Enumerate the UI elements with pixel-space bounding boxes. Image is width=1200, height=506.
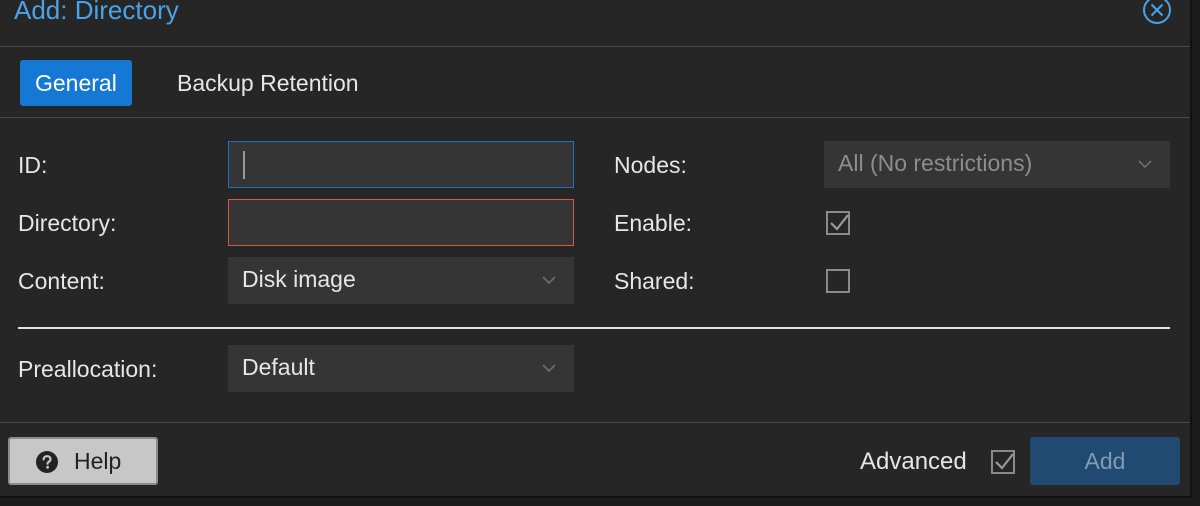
- add-button[interactable]: Add: [1030, 437, 1180, 485]
- nodes-select[interactable]: All (No restrictions): [824, 141, 1170, 188]
- chevron-down-icon: [542, 276, 556, 285]
- dialog-titlebar: Add: Directory: [0, 0, 1190, 47]
- content-select[interactable]: Disk image: [228, 257, 574, 304]
- advanced-divider: [18, 327, 1170, 329]
- tab-general[interactable]: General: [20, 60, 132, 106]
- directory-input[interactable]: [228, 199, 574, 246]
- id-label: ID:: [18, 152, 48, 178]
- directory-label: Directory:: [18, 210, 117, 236]
- close-icon: [1143, 0, 1171, 24]
- nodes-value: All (No restrictions): [838, 150, 1033, 176]
- question-circle-icon: [36, 451, 58, 473]
- add-directory-dialog: Add: Directory General Backup Retention …: [0, 0, 1192, 498]
- id-input[interactable]: [228, 141, 574, 188]
- preallocation-select[interactable]: Default: [228, 345, 574, 392]
- chevron-down-icon: [542, 364, 556, 373]
- content-value: Disk image: [242, 266, 356, 292]
- close-button[interactable]: [1142, 0, 1172, 25]
- tab-backup-retention[interactable]: Backup Retention: [162, 60, 374, 106]
- text-caret: [243, 151, 245, 179]
- dialog-title: Add: Directory: [14, 0, 179, 25]
- advanced-checkbox[interactable]: [991, 450, 1015, 474]
- advanced-label: Advanced: [860, 448, 967, 475]
- tab-bar: General Backup Retention: [0, 47, 1190, 118]
- preallocation-value: Default: [242, 354, 315, 380]
- help-button-label: Help: [74, 448, 122, 474]
- nodes-label: Nodes:: [614, 152, 687, 178]
- checkmark-icon: [830, 214, 849, 231]
- chevron-down-icon: [1138, 160, 1152, 169]
- preallocation-label: Preallocation:: [18, 356, 158, 382]
- content-label: Content:: [18, 268, 105, 294]
- shared-checkbox[interactable]: [826, 269, 850, 293]
- help-button[interactable]: Help: [8, 437, 158, 485]
- dialog-footer: Help Advanced Add: [0, 422, 1190, 499]
- enable-checkbox[interactable]: [826, 211, 850, 235]
- enable-label: Enable:: [614, 210, 693, 236]
- shared-label: Shared:: [614, 268, 695, 294]
- checkmark-icon: [995, 453, 1014, 470]
